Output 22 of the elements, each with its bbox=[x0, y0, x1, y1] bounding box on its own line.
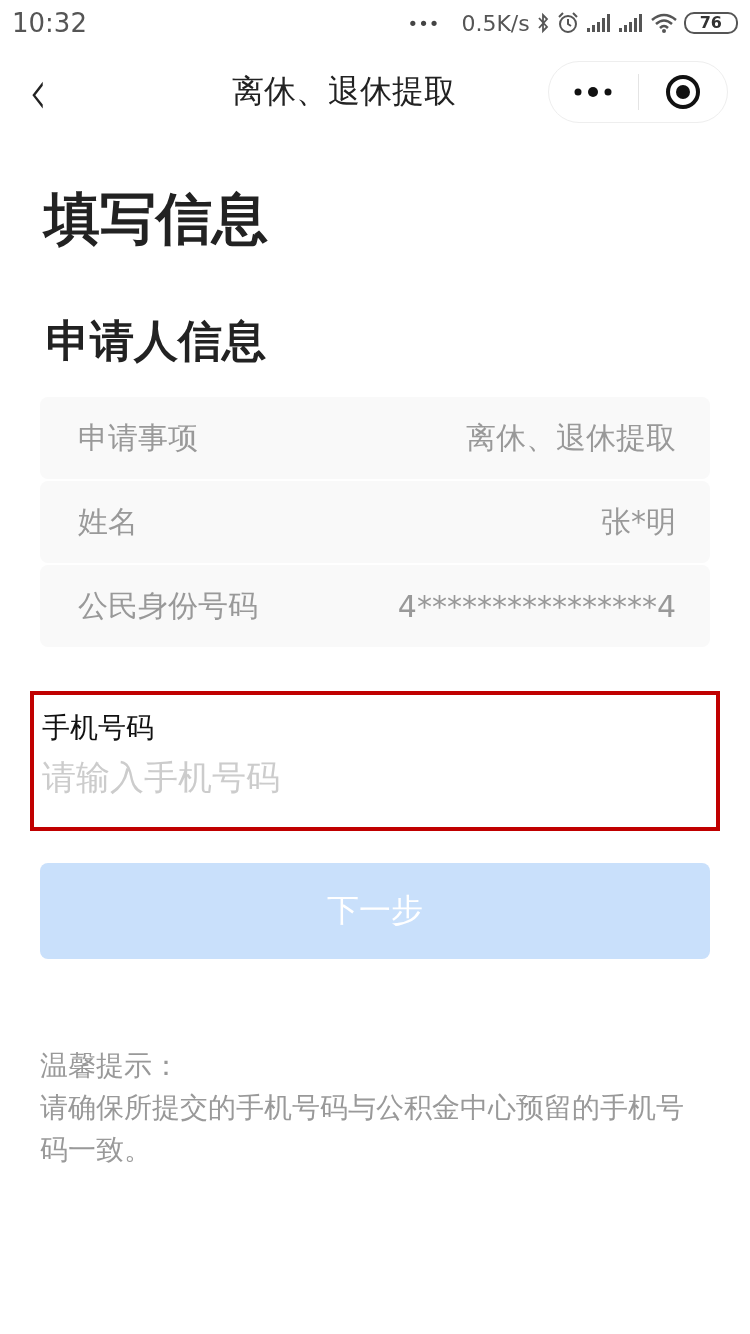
field-label: 手机号码 bbox=[42, 710, 155, 746]
signal-icon bbox=[585, 12, 612, 34]
page-heading: 填写信息 bbox=[44, 185, 269, 253]
row-label: 申请事项 bbox=[78, 418, 198, 457]
row-value: 4****************4 bbox=[397, 588, 676, 624]
more-icon bbox=[573, 86, 614, 98]
tips-title: 温馨提示： bbox=[40, 1048, 181, 1084]
row-label: 姓名 bbox=[78, 502, 138, 541]
back-button[interactable]: ‹ bbox=[29, 62, 71, 122]
notification-dots: ••• bbox=[407, 12, 440, 34]
row-label: 公民身份号码 bbox=[78, 586, 258, 625]
row-value: 张*明 bbox=[601, 502, 676, 541]
row-value: 离休、退休提取 bbox=[466, 418, 676, 457]
page-title: 离休、退休提取 bbox=[231, 71, 457, 112]
section-title: 申请人信息 bbox=[46, 314, 267, 368]
wifi-icon bbox=[649, 12, 678, 34]
signal-icon bbox=[617, 12, 644, 34]
tips-text: 请确保所提交的手机号码与公积金中心预留的手机号码一致。 bbox=[40, 1090, 685, 1168]
battery-level: 76 bbox=[683, 12, 738, 34]
status-time: 10:32 bbox=[12, 8, 87, 38]
bluetooth-icon bbox=[535, 11, 550, 35]
network-speed: 0.5K/s bbox=[461, 10, 530, 36]
